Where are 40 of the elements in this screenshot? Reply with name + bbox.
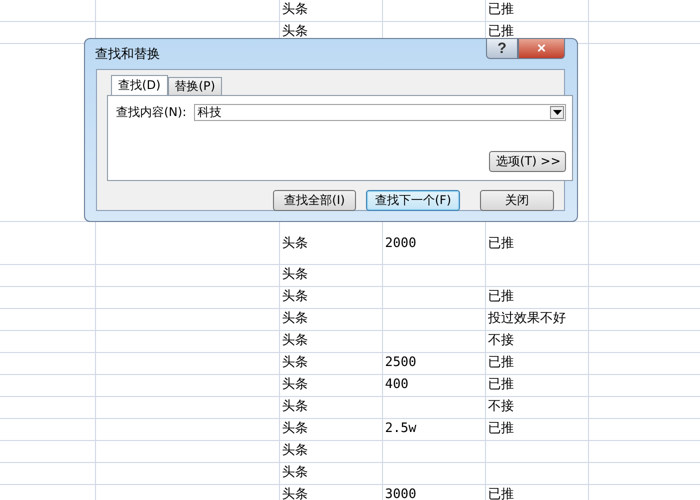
tab[interactable]: 查找(D) [111,75,168,95]
table-cell: 已推 [488,355,514,370]
table-cell: 头条 [282,333,308,348]
table-cell: 已推 [488,377,514,392]
table-cell: 400 [385,377,408,392]
table-cell: 头条 [282,267,308,282]
table-cell: 头条 [282,377,308,392]
find-label: 查找内容(N): [116,104,186,121]
table-cell: 2.5w [385,421,416,436]
help-button[interactable]: ? [486,38,518,59]
table-cell: 已推 [488,421,514,436]
table-cell: 头条 [282,355,308,370]
options-button[interactable]: 选项(T) >> [489,151,566,172]
table-cell: 已推 [488,2,514,17]
table-cell: 不接 [488,399,514,414]
table-cell: 头条 [282,311,308,326]
table-cell: 已推 [488,236,514,251]
dialog-button[interactable]: 关闭 [480,190,554,211]
dialog-button[interactable]: 查找全部(I) [273,190,356,211]
table-cell: 已推 [488,289,514,304]
table-cell: 已推 [488,487,514,500]
table-cell: 3000 [385,487,416,500]
table-cell: 不接 [488,333,514,348]
table-cell: 头条 [282,421,308,436]
dialog-button[interactable]: 查找下一个(F) [366,190,460,211]
table-cell: 2500 [385,355,416,370]
tab[interactable]: 替换(P) [168,77,222,95]
table-cell: 2000 [385,236,416,251]
table-cell: 投过效果不好 [488,311,566,326]
table-cell: 头条 [282,399,308,414]
table-cell: 头条 [282,487,308,500]
window-title: 查找和替换 [95,46,160,64]
table-cell: 已推 [488,24,514,39]
table-cell: 头条 [282,24,308,39]
table-cell: 头条 [282,236,308,251]
table-cell: 头条 [282,443,308,458]
find-field[interactable]: 科技 [194,104,566,121]
table-cell: 头条 [282,2,308,17]
table-cell: 头条 [282,289,308,304]
table-cell: 头条 [282,465,308,480]
